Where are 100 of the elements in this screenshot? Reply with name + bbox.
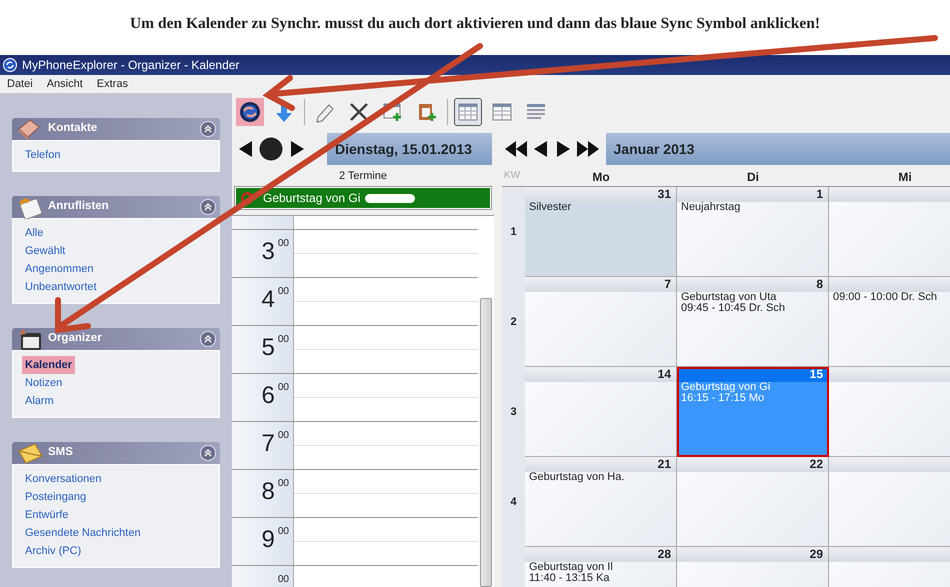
- sidebar-item[interactable]: Kalender: [22, 356, 76, 374]
- day-number: 7: [664, 277, 671, 291]
- sidebar-item[interactable]: Konversationen: [22, 470, 104, 488]
- event-text: Neujahrstag: [680, 202, 742, 213]
- today-dot-icon[interactable]: [259, 137, 283, 161]
- day-cell[interactable]: 1 Neujahrstag: [677, 187, 829, 277]
- month-label: Januar 2013: [606, 133, 950, 165]
- minute-label: 00: [278, 525, 289, 539]
- day-cell[interactable]: [829, 367, 950, 457]
- day-cell[interactable]: 21 Geburtstag von Ha.: [525, 457, 677, 547]
- event-text: 09:45 - 10:45 Dr. Sch: [680, 303, 786, 314]
- day-number: 15: [810, 367, 823, 381]
- sidebar-item[interactable]: Alle: [22, 224, 46, 242]
- minute-label: 00: [278, 573, 289, 587]
- sidebar-item[interactable]: Alarm: [22, 392, 57, 410]
- hour-label: 7: [262, 432, 275, 459]
- group-header[interactable]: Kontakte: [12, 118, 220, 140]
- sidebar-item[interactable]: Gesendete Nachrichten: [22, 524, 144, 542]
- week-number: 4: [502, 457, 525, 547]
- date-label: Dienstag, 15.01.2013: [327, 133, 492, 165]
- week-number-header: KW: [503, 169, 522, 183]
- window-title: MyPhoneExplorer - Organizer - Kalender: [22, 57, 240, 74]
- sidebar-item[interactable]: Archiv (PC): [22, 542, 84, 560]
- event-text: Geburtstag von Il: [528, 562, 614, 573]
- fast-forward-icon[interactable]: [576, 140, 600, 158]
- redaction-blot: [365, 194, 416, 202]
- day-cell[interactable]: 31 Silvester: [525, 187, 677, 277]
- day-number: 29: [810, 547, 823, 561]
- sync-icon: [239, 100, 261, 122]
- toolbar-button[interactable]: [236, 98, 264, 126]
- day-cell[interactable]: 15 Geburtstag von Gi 16:15 - 17:15 Mo: [677, 367, 829, 457]
- sidebar-item[interactable]: Notizen: [22, 374, 66, 392]
- day-cell[interactable]: [829, 187, 950, 277]
- week-number: 1: [502, 187, 525, 277]
- hour-label: 9: [262, 528, 275, 555]
- x-icon: [348, 100, 370, 122]
- envelope-icon: [16, 441, 44, 465]
- event-text: 16:15 - 17:15 Mo: [680, 393, 766, 404]
- collapse-icon[interactable]: [200, 331, 216, 347]
- sidebar-item[interactable]: Entwürfe: [22, 506, 72, 524]
- next-icon[interactable]: [288, 140, 304, 158]
- day-number: 22: [810, 457, 823, 471]
- day-number: 14: [658, 367, 671, 381]
- event-text: 11:40 - 13:15 Ka: [528, 573, 611, 584]
- minute-label: 00: [278, 429, 289, 443]
- hour-label: 3: [262, 240, 275, 267]
- menu-item[interactable]: Ansicht: [46, 76, 83, 92]
- day-cell[interactable]: 29: [677, 547, 829, 587]
- weekday-header: Mo: [591, 169, 611, 186]
- sidebar-item[interactable]: Angenommen: [22, 260, 96, 278]
- hour-label: 4: [262, 288, 275, 315]
- group-title: Organizer: [48, 331, 103, 346]
- annotation-caption: Um den Kalender zu Synchr. musst du auch dort aktivieren und dann das blaue Sync Symbol anklicken!: [128, 14, 822, 34]
- group-title: SMS: [48, 445, 74, 460]
- day-number: 8: [816, 277, 823, 291]
- day-number: 21: [658, 457, 671, 471]
- sidebar-item[interactable]: Gewählt: [22, 242, 68, 260]
- menu-item[interactable]: Datei: [7, 76, 33, 92]
- minute-label: 00: [278, 477, 289, 491]
- day-cell[interactable]: 28 Geburtstag von Il 11:40 - 13:15 Ka: [525, 547, 677, 587]
- group-header[interactable]: Organizer: [12, 328, 220, 350]
- weekday-header: Di: [746, 169, 760, 186]
- all-day-event[interactable]: Geburtstag von Gi: [235, 187, 491, 209]
- minute-label: 00: [278, 237, 289, 251]
- collapse-icon[interactable]: [200, 445, 216, 461]
- menu-item[interactable]: Extras: [96, 76, 128, 92]
- previous-icon[interactable]: [533, 140, 549, 158]
- day-number: 31: [658, 187, 671, 201]
- group-title: Kontakte: [48, 121, 98, 136]
- scrollbar-thumb[interactable]: [480, 298, 492, 587]
- sidebar-item[interactable]: Unbeantwortet: [22, 278, 100, 296]
- week-grid-icon: [491, 100, 513, 122]
- day-cell[interactable]: [829, 457, 950, 547]
- day-number: 1: [816, 187, 823, 201]
- minute-label: 00: [278, 381, 289, 395]
- group-header[interactable]: SMS: [12, 442, 220, 464]
- hour-label: 6: [262, 384, 275, 411]
- sidebar-item[interactable]: Telefon: [22, 146, 64, 164]
- collapse-icon[interactable]: [200, 121, 216, 137]
- event-text: Silvester: [528, 202, 572, 213]
- event-text: Geburtstag von Uta: [680, 292, 778, 303]
- view-button[interactable]: [454, 98, 482, 126]
- previous-icon[interactable]: [238, 140, 254, 158]
- month-grid-icon: [457, 100, 479, 122]
- day-cell[interactable]: 22: [677, 457, 829, 547]
- week-number: 2: [502, 277, 525, 367]
- day-cell[interactable]: 7: [525, 277, 677, 367]
- weekday-header: Mi: [897, 169, 913, 186]
- next-icon[interactable]: [554, 140, 570, 158]
- day-cell[interactable]: 8 Geburtstag von Uta 09:45 - 10:45 Dr. Sch: [677, 277, 829, 367]
- sidebar-item[interactable]: Posteingang: [22, 488, 90, 506]
- week-number: 3: [502, 367, 525, 457]
- hour-label: 5: [262, 336, 275, 363]
- hour-label: 8: [262, 480, 275, 507]
- collapse-icon[interactable]: [200, 199, 216, 215]
- group-header[interactable]: Anruflisten: [12, 196, 220, 218]
- event-text: Geburtstag von Gi: [680, 382, 772, 393]
- day-cell[interactable]: 09:00 - 10:00 Dr. Sch: [829, 277, 950, 367]
- fast-back-icon[interactable]: [504, 140, 528, 158]
- day-cell[interactable]: 14: [525, 367, 677, 457]
